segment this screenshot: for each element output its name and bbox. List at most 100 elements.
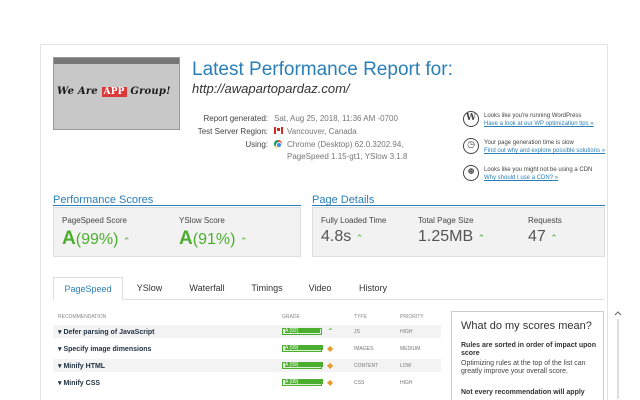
- trend-up-icon: ⌃: [477, 233, 486, 243]
- recommendation-type: JS: [354, 329, 360, 335]
- trend-up-icon: ⌃: [355, 233, 364, 243]
- loaded-time-value: 4.8s: [321, 228, 352, 245]
- recommendation-row[interactable]: ▾ Minify CSS A (99) ◆ CSS HIGH: [53, 376, 441, 389]
- tip-text: Looks like you might not be using a CDN: [484, 167, 593, 173]
- tab-history[interactable]: History: [344, 277, 402, 300]
- col-grade: Grade: [282, 314, 300, 320]
- wordpress-icon: W: [463, 111, 479, 127]
- trend-same-icon: ◆: [327, 378, 334, 387]
- pagespeed-percent: (99%): [75, 231, 119, 248]
- col-type: Type: [354, 314, 368, 320]
- grade-bar: A (99): [282, 345, 323, 352]
- requests: 47 ⌃: [528, 228, 558, 246]
- loaded-time-label: Fully Loaded Time: [321, 216, 387, 225]
- recommendation-name[interactable]: ▾ Minify HTML: [58, 362, 105, 370]
- page-size: 1.25MB ⌃: [418, 228, 485, 246]
- details-card: Fully Loaded Time 4.8s ⌃ Total Page Size…: [312, 207, 605, 257]
- explainer-heading: What do my scores mean?: [461, 320, 592, 332]
- site-screenshot: We Are APP Group!: [53, 57, 180, 130]
- tip-link[interactable]: Have a look at our WP optimization tips …: [484, 120, 594, 128]
- requests-label: Requests: [528, 216, 562, 225]
- grade-bar: A (92): [282, 328, 322, 335]
- tip-generation: Your page generation time is slow Find ou…: [484, 139, 605, 155]
- details-divider: [312, 205, 605, 206]
- using-value-2: PageSpeed 1.15-gt1, YSlow 3.1.8: [287, 152, 408, 161]
- tab-yslow[interactable]: YSlow: [123, 277, 176, 300]
- page-size-value: 1.25MB: [418, 228, 474, 245]
- screenshot-logo: We Are APP Group!: [57, 86, 177, 97]
- report-url[interactable]: http://awapartopardaz.com/: [192, 81, 350, 96]
- generated-value: Sat, Aug 25, 2018, 11:36 AM -0700: [274, 114, 398, 123]
- using-value-1: Chrome (Desktop) 62.0.3202.94,: [287, 140, 404, 149]
- tip-text: Looks like you're running WordPress: [484, 113, 582, 119]
- recommendation-row[interactable]: ▾ Defer parsing of JavaScript A (92) ⌃ JS HI…: [53, 325, 441, 338]
- tab-video[interactable]: Video: [296, 277, 344, 300]
- tab-pagespeed[interactable]: PageSpeed: [53, 277, 123, 300]
- recommendation-name[interactable]: ▾ Minify CSS: [58, 379, 100, 387]
- scroll-up-icon: [614, 311, 622, 316]
- recommendation-type: CSS: [354, 380, 365, 386]
- page-scrollbar[interactable]: [614, 311, 622, 400]
- explainer-text: Optimizing rules at the top of the list …: [461, 360, 586, 375]
- region-label: Test Server Region:: [197, 127, 268, 136]
- chrome-icon: [274, 140, 282, 148]
- tip-text: Your page generation time is slow: [484, 140, 574, 146]
- loaded-time: 4.8s ⌃: [321, 228, 363, 246]
- report-tabs: PageSpeed YSlow Waterfall Timings Video …: [53, 277, 604, 300]
- tip-link[interactable]: Why should I use a CDN? »: [484, 174, 592, 182]
- grade-text: A (99): [285, 379, 299, 385]
- grade-bar: A (99): [282, 362, 323, 369]
- yslow-score: A(91%) ⌃: [179, 228, 247, 250]
- recommendation-priority: HIGH: [400, 380, 413, 386]
- grade-bar: A (99): [282, 379, 323, 386]
- tab-waterfall[interactable]: Waterfall: [176, 277, 238, 300]
- grade-text: A (92): [285, 328, 299, 334]
- screenshot-header-strip: [54, 58, 179, 64]
- logo-post: Group!: [126, 86, 171, 97]
- recommendation-row[interactable]: ▾ Minify HTML A (99) ◆ CONTENT LOW: [53, 359, 441, 372]
- explainer-bold: Rules are sorted in order of impact upon…: [461, 342, 596, 357]
- explainer-bold-2: Not every recommendation will apply: [461, 389, 585, 396]
- recommendation-priority: MEDIUM: [400, 346, 421, 352]
- yslow-percent: (91%): [192, 231, 236, 248]
- recommendation-name-text: Defer parsing of JavaScript: [63, 329, 155, 336]
- recommendation-name[interactable]: ▾ Defer parsing of JavaScript: [58, 328, 155, 336]
- trend-same-icon: ◆: [327, 344, 334, 353]
- col-priority: Priority: [400, 314, 424, 320]
- trend-up-icon: ⌃: [239, 236, 248, 246]
- recommendation-type: IMAGES: [354, 346, 374, 352]
- yslow-grade: A: [179, 228, 193, 249]
- pagespeed-score: A(99%) ⌃: [62, 228, 130, 250]
- generated-label: Report generated:: [203, 114, 269, 123]
- tip-link[interactable]: Find out why and explore possible soluti…: [484, 147, 605, 155]
- recommendation-priority: LOW: [400, 363, 412, 369]
- pagespeed-grade: A: [62, 228, 76, 249]
- grade-text: A (99): [285, 345, 299, 351]
- recommendation-row[interactable]: ▾ Specify image dimensions A (99) ◆ IMAGES M…: [53, 342, 441, 355]
- recommendation-name-text: Minify HTML: [63, 363, 106, 370]
- recommendation-name[interactable]: ▾ Specify image dimensions: [58, 345, 151, 353]
- logo-app: APP: [101, 87, 127, 97]
- scores-explainer: What do my scores mean? Rules are sorted…: [451, 311, 604, 400]
- trend-up-icon: ⌃: [327, 327, 334, 336]
- scroll-track: [617, 319, 619, 399]
- yslow-score-label: YSlow Score: [179, 216, 225, 225]
- region-value: Vancouver, Canada: [287, 127, 357, 136]
- report-title: Latest Performance Report for:: [192, 59, 453, 80]
- page-size-label: Total Page Size: [418, 216, 474, 225]
- recommendation-name-text: Minify CSS: [63, 380, 101, 387]
- recommendation-priority: HIGH: [400, 329, 413, 335]
- tab-timings[interactable]: Timings: [238, 277, 296, 300]
- trend-up-icon: ⌃: [550, 233, 558, 243]
- canada-flag-icon: [274, 127, 283, 134]
- recommendation-type: CONTENT: [354, 363, 379, 369]
- pagespeed-score-label: PageSpeed Score: [62, 216, 127, 225]
- recommendation-name-text: Specify image dimensions: [63, 346, 152, 353]
- tip-wordpress: Looks like you're running WordPress Have …: [484, 112, 594, 128]
- globe-icon: ⊕: [463, 165, 479, 181]
- scores-divider: [53, 205, 301, 206]
- using-label: Using:: [245, 140, 268, 149]
- stopwatch-icon: ◷: [463, 138, 479, 154]
- scores-card: PageSpeed Score A(99%) ⌃ YSlow Score A(9…: [53, 207, 301, 257]
- trend-up-icon: ⌃: [122, 236, 131, 246]
